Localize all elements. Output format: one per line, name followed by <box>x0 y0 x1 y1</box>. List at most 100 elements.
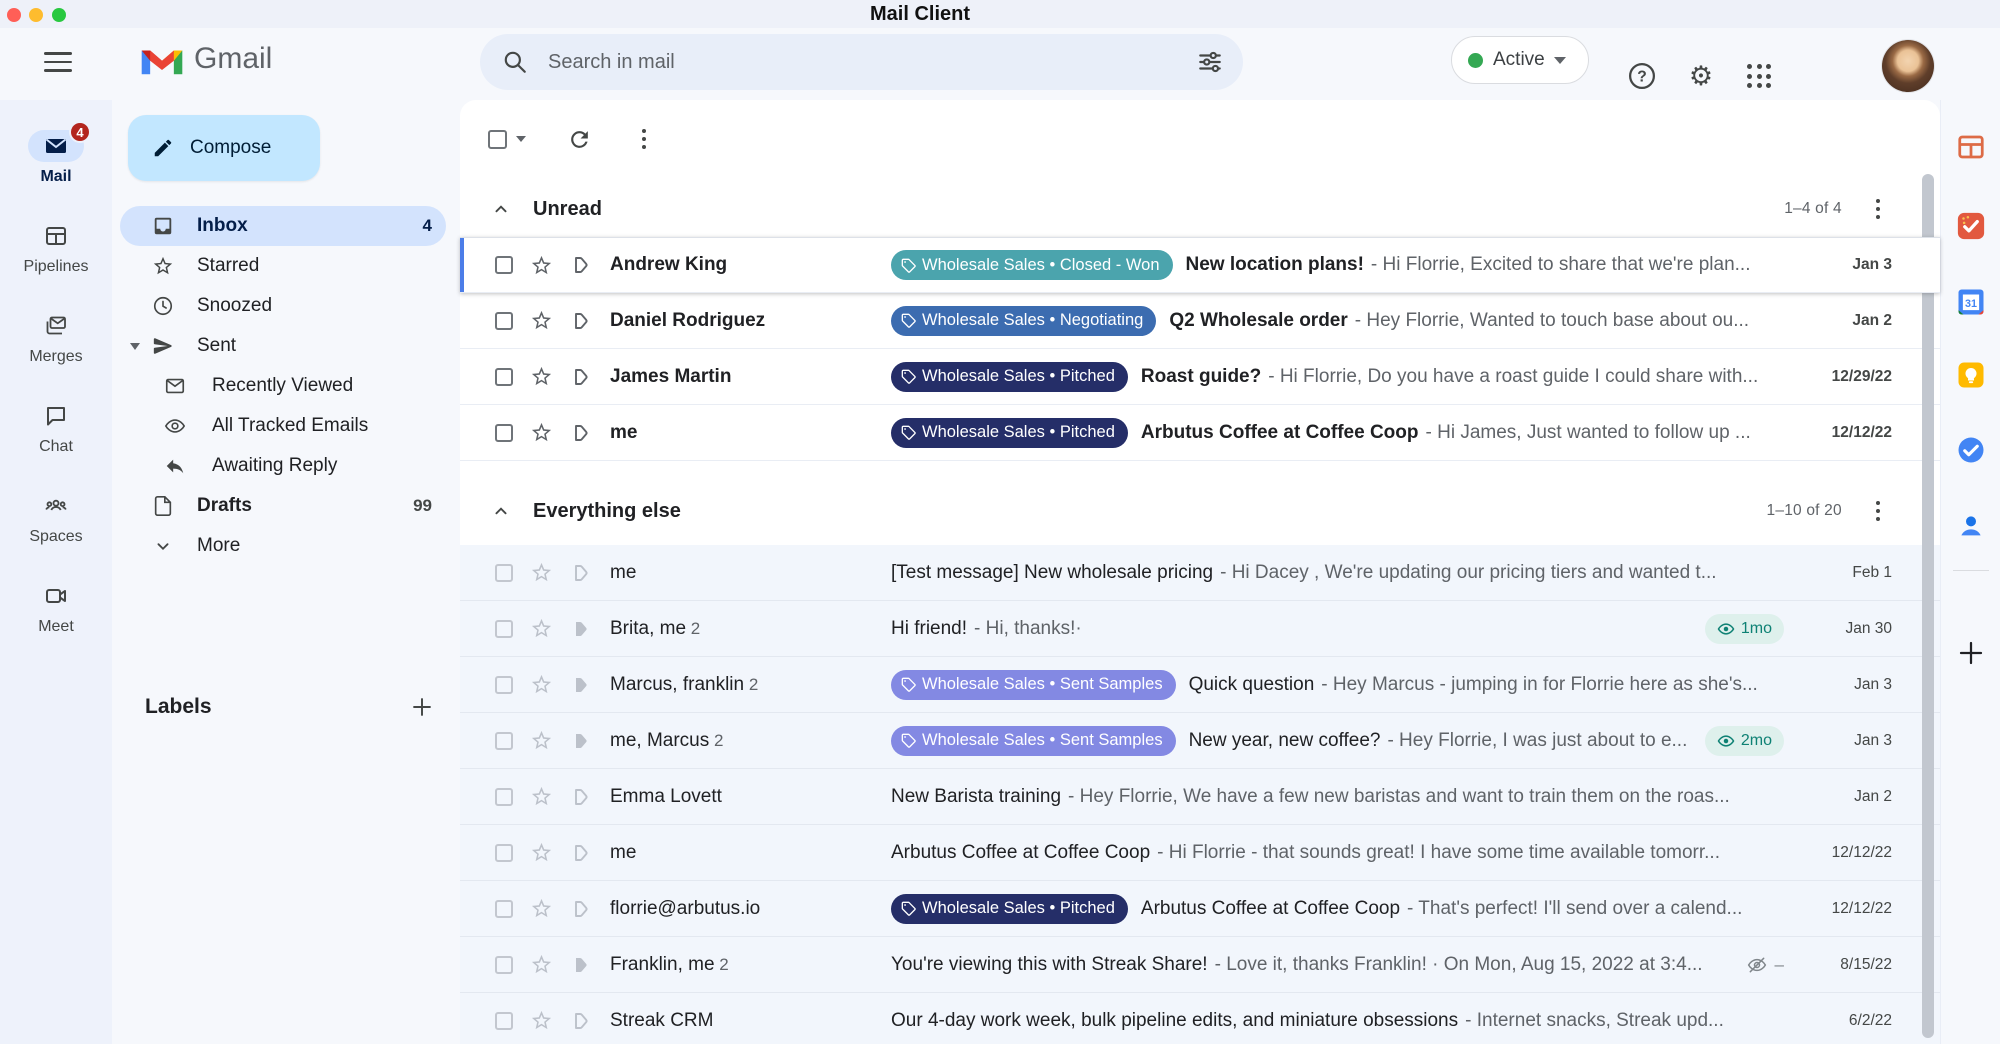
refresh-icon[interactable] <box>567 127 592 152</box>
window-close-button[interactable] <box>7 8 21 22</box>
row-checkbox[interactable] <box>495 676 513 694</box>
streak-pipeline-icon[interactable] <box>572 255 592 275</box>
row-checkbox[interactable] <box>495 620 513 638</box>
search-filters-icon[interactable] <box>1197 49 1223 75</box>
window-minimize-button[interactable] <box>29 8 43 22</box>
streak-stage-badge[interactable]: Wholesale Sales • Pitched <box>891 418 1128 448</box>
rail-item-spaces[interactable]: Spaces <box>0 490 112 546</box>
rail-item-pipelines[interactable]: Pipelines <box>0 220 112 276</box>
expander-triangle-icon[interactable] <box>130 343 140 350</box>
search-icon[interactable] <box>502 49 528 75</box>
star-icon[interactable] <box>530 421 553 444</box>
add-label-icon[interactable] <box>409 694 435 720</box>
email-row[interactable]: Daniel RodriguezWholesale Sales • Negoti… <box>460 293 1940 349</box>
streak-pipeline-icon[interactable] <box>572 731 592 751</box>
tasks-icon[interactable] <box>1954 433 1988 467</box>
row-checkbox[interactable] <box>495 312 513 330</box>
row-checkbox[interactable] <box>495 788 513 806</box>
compose-button[interactable]: Compose <box>128 115 320 181</box>
rail-item-merges[interactable]: Merges <box>0 310 112 366</box>
streak-pipeline-icon[interactable] <box>572 843 592 863</box>
rail-item-chat[interactable]: Chat <box>0 400 112 456</box>
email-row[interactable]: Franklin, me 2You're viewing this with S… <box>460 937 1940 993</box>
streak-pipeline-icon[interactable] <box>572 787 592 807</box>
select-all-checkbox[interactable] <box>488 130 507 149</box>
more-options-icon[interactable] <box>638 127 650 151</box>
sidebar-item-snoozed[interactable]: Snoozed <box>120 286 446 326</box>
get-addons-icon[interactable] <box>1956 638 1986 668</box>
collapse-chevron-icon[interactable] <box>490 500 512 522</box>
streak-pipeline-icon[interactable] <box>572 311 592 331</box>
star-icon[interactable] <box>530 561 553 584</box>
star-icon[interactable] <box>530 673 553 696</box>
email-row[interactable]: James MartinWholesale Sales • PitchedRoa… <box>460 349 1940 405</box>
email-row[interactable]: me[Test message] New wholesale pricing- … <box>460 545 1940 601</box>
streak-pipeline-icon[interactable] <box>572 955 592 975</box>
rail-item-mail[interactable]: 4Mail <box>0 130 112 186</box>
window-zoom-button[interactable] <box>52 8 66 22</box>
email-row[interactable]: florrie@arbutus.ioWholesale Sales • Pitc… <box>460 881 1940 937</box>
streak-pipeline-icon[interactable] <box>572 675 592 695</box>
email-row[interactable]: meArbutus Coffee at Coffee Coop- Hi Flor… <box>460 825 1940 881</box>
contacts-icon[interactable] <box>1954 509 1988 543</box>
star-icon[interactable] <box>530 309 553 332</box>
help-button[interactable]: ? <box>1627 61 1657 91</box>
google-apps-grid-icon[interactable] <box>1744 61 1774 91</box>
email-row[interactable]: Streak CRMOur 4-day work week, bulk pipe… <box>460 993 1940 1044</box>
streak-check-icon[interactable] <box>1954 209 1988 243</box>
user-avatar[interactable] <box>1882 40 1934 92</box>
email-row[interactable]: me, Marcus 2Wholesale Sales • Sent Sampl… <box>460 713 1940 769</box>
sidebar-item-sent[interactable]: Sent <box>120 326 446 366</box>
row-checkbox[interactable] <box>495 256 513 274</box>
streak-pipeline-icon[interactable] <box>572 367 592 387</box>
main-menu-icon[interactable] <box>44 52 72 74</box>
star-icon[interactable] <box>530 365 553 388</box>
row-checkbox[interactable] <box>495 1012 513 1030</box>
streak-stage-badge[interactable]: Wholesale Sales • Sent Samples <box>891 670 1176 700</box>
row-checkbox[interactable] <box>495 956 513 974</box>
email-tracking-pill[interactable]: 1mo <box>1705 614 1784 644</box>
star-icon[interactable] <box>530 729 553 752</box>
section-more-options-icon[interactable] <box>1872 499 1884 523</box>
settings-gear-icon[interactable]: ⚙ <box>1686 61 1716 91</box>
email-row[interactable]: Andrew KingWholesale Sales • Closed - Wo… <box>460 237 1940 293</box>
star-icon[interactable] <box>530 897 553 920</box>
row-checkbox[interactable] <box>495 844 513 862</box>
sidebar-item-all-tracked-emails[interactable]: All Tracked Emails <box>120 406 446 446</box>
star-icon[interactable] <box>530 953 553 976</box>
star-icon[interactable] <box>530 1009 553 1032</box>
streak-stage-badge[interactable]: Wholesale Sales • Sent Samples <box>891 726 1176 756</box>
email-row[interactable]: Marcus, franklin 2Wholesale Sales • Sent… <box>460 657 1940 713</box>
sidebar-item-awaiting-reply[interactable]: Awaiting Reply <box>120 446 446 486</box>
email-tracking-pill[interactable]: 2mo <box>1705 726 1784 756</box>
star-icon[interactable] <box>530 254 553 277</box>
star-icon[interactable] <box>530 785 553 808</box>
row-checkbox[interactable] <box>495 564 513 582</box>
search-input[interactable]: Search in mail <box>548 51 1197 74</box>
email-row[interactable]: Emma LovettNew Barista training- Hey Flo… <box>460 769 1940 825</box>
list-scrollbar[interactable] <box>1922 174 1934 1038</box>
streak-stage-badge[interactable]: Wholesale Sales • Negotiating <box>891 306 1156 336</box>
streak-stage-badge[interactable]: Wholesale Sales • Closed - Won <box>891 250 1173 280</box>
email-row[interactable]: Brita, me 2Hi friend!- Hi, thanks!·1moJa… <box>460 601 1940 657</box>
section-more-options-icon[interactable] <box>1872 197 1884 221</box>
select-dropdown-icon[interactable] <box>516 136 526 142</box>
search-bar[interactable]: Search in mail <box>480 34 1243 90</box>
sidebar-item-starred[interactable]: Starred <box>120 246 446 286</box>
row-checkbox[interactable] <box>495 424 513 442</box>
streak-pipeline-icon[interactable] <box>572 1011 592 1031</box>
streak-stage-badge[interactable]: Wholesale Sales • Pitched <box>891 362 1128 392</box>
sidebar-item-recently-viewed[interactable]: Recently Viewed <box>120 366 446 406</box>
collapse-chevron-icon[interactable] <box>490 198 512 220</box>
rail-item-meet[interactable]: Meet <box>0 580 112 636</box>
streak-stage-badge[interactable]: Wholesale Sales • Pitched <box>891 894 1128 924</box>
sidebar-item-more[interactable]: More <box>120 526 446 566</box>
streak-pipeline-icon[interactable] <box>572 563 592 583</box>
streak-pipeline-icon[interactable] <box>572 619 592 639</box>
email-row[interactable]: meWholesale Sales • PitchedArbutus Coffe… <box>460 405 1940 461</box>
calendar-icon[interactable]: 31 <box>1954 285 1988 319</box>
sidebar-item-drafts[interactable]: Drafts99 <box>120 486 446 526</box>
row-checkbox[interactable] <box>495 368 513 386</box>
keep-icon[interactable] <box>1954 358 1988 392</box>
star-icon[interactable] <box>530 617 553 640</box>
